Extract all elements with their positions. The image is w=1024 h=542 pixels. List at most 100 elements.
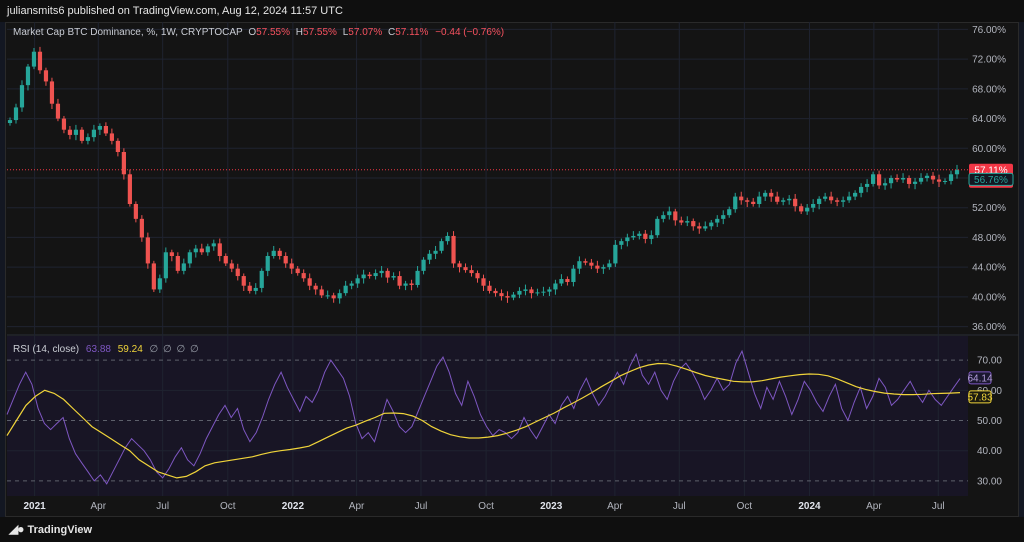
candle (523, 289, 528, 291)
candle (817, 198, 822, 204)
tradingview-brand[interactable]: ◢● TradingView (9, 522, 92, 536)
rsi-legend[interactable]: RSI (14, close) 63.88 59.24 ∅ ∅ ∅ ∅ (13, 344, 200, 355)
candle (301, 273, 306, 279)
ma-price-value: 56.76% (974, 175, 1008, 186)
high-label: H (295, 27, 304, 38)
time-axis-label: Apr (607, 501, 623, 512)
candle (109, 133, 114, 141)
candle (643, 233, 648, 239)
candle (289, 263, 294, 269)
time-axis-label: Apr (866, 501, 882, 512)
candle (763, 192, 768, 197)
candle (493, 290, 498, 294)
candle (691, 221, 696, 227)
rsi-title: RSI (14, close) (13, 344, 80, 355)
symbol-legend[interactable]: Market Cap BTC Dominance, %, 1W, CRYPTOC… (13, 27, 504, 38)
time-axis-label: Jul (156, 501, 169, 512)
candle (936, 179, 942, 182)
candle (924, 175, 930, 178)
rsi-ma-badge-value: 57.83 (967, 392, 992, 403)
candle (283, 256, 288, 264)
candle (775, 196, 780, 202)
candle (97, 126, 103, 130)
candle (145, 237, 150, 264)
time-axis-label: Oct (737, 501, 753, 512)
candle (343, 285, 348, 294)
candle (409, 283, 414, 285)
candle (229, 263, 234, 269)
candle (805, 207, 810, 212)
candle (637, 233, 642, 236)
rsi-axis-label: 50.00 (977, 416, 1002, 427)
candle (445, 235, 450, 242)
candle (253, 287, 258, 291)
candle (673, 211, 678, 221)
candle (55, 103, 61, 119)
time-axis-label: Jul (415, 501, 428, 512)
candle (337, 293, 342, 299)
candle (853, 192, 858, 197)
rsi-axis-label: 30.00 (977, 476, 1002, 487)
candle (133, 204, 138, 219)
candle (601, 267, 606, 269)
candle (247, 285, 252, 291)
candlestick-chart[interactable]: 76.00%72.00%68.00%64.00%60.00%56.00%52.0… (0, 0, 1024, 542)
candle (661, 215, 666, 219)
candle (499, 293, 504, 297)
candle (757, 196, 762, 204)
candle (841, 200, 846, 202)
candle (541, 291, 546, 293)
price-axis-label: 68.00% (972, 84, 1006, 95)
candle (679, 220, 684, 223)
candle (121, 152, 126, 175)
brand-label: TradingView (27, 524, 93, 536)
candle (211, 243, 216, 247)
candle (829, 196, 834, 201)
candle (876, 174, 882, 186)
open-value: 57.55% (256, 27, 291, 38)
candle (631, 235, 636, 238)
candle (535, 292, 540, 294)
candle (948, 174, 954, 181)
candle (517, 290, 522, 295)
candle (811, 204, 816, 208)
time-axis-label: Jul (932, 501, 945, 512)
candle (649, 235, 654, 239)
candle (67, 129, 73, 135)
candle (403, 283, 408, 286)
price-axis-label: 40.00% (972, 292, 1006, 303)
candle (505, 296, 510, 298)
candle (385, 270, 390, 278)
price-axis-label: 64.00% (972, 114, 1006, 125)
candle (475, 273, 480, 279)
candle (559, 279, 564, 284)
candle (163, 252, 168, 279)
candle (361, 274, 366, 279)
close-value: 57.11% (395, 27, 429, 38)
candle (529, 289, 534, 294)
candle (217, 243, 222, 256)
candle (367, 274, 372, 277)
candle (259, 270, 264, 288)
candle (583, 261, 588, 263)
candle (295, 268, 300, 274)
rsi-options: ∅ ∅ ∅ ∅ (149, 344, 200, 355)
candle (745, 200, 750, 202)
candle (793, 198, 798, 207)
candle (73, 129, 79, 135)
rsi-current-value: 63.88 (85, 344, 111, 355)
time-axis-label: Jul (673, 501, 686, 512)
candle (19, 85, 25, 108)
candle (589, 262, 594, 266)
candle (565, 279, 570, 282)
candle (421, 259, 426, 271)
candle (511, 294, 516, 298)
time-axis-label: 2021 (23, 501, 46, 512)
price-axis-label: 44.00% (972, 263, 1006, 274)
candle (157, 278, 162, 290)
candle (307, 278, 312, 286)
tradingview-logo-icon: ◢● (9, 522, 25, 536)
candle (595, 265, 600, 269)
candle (607, 263, 612, 268)
candle (241, 276, 246, 286)
